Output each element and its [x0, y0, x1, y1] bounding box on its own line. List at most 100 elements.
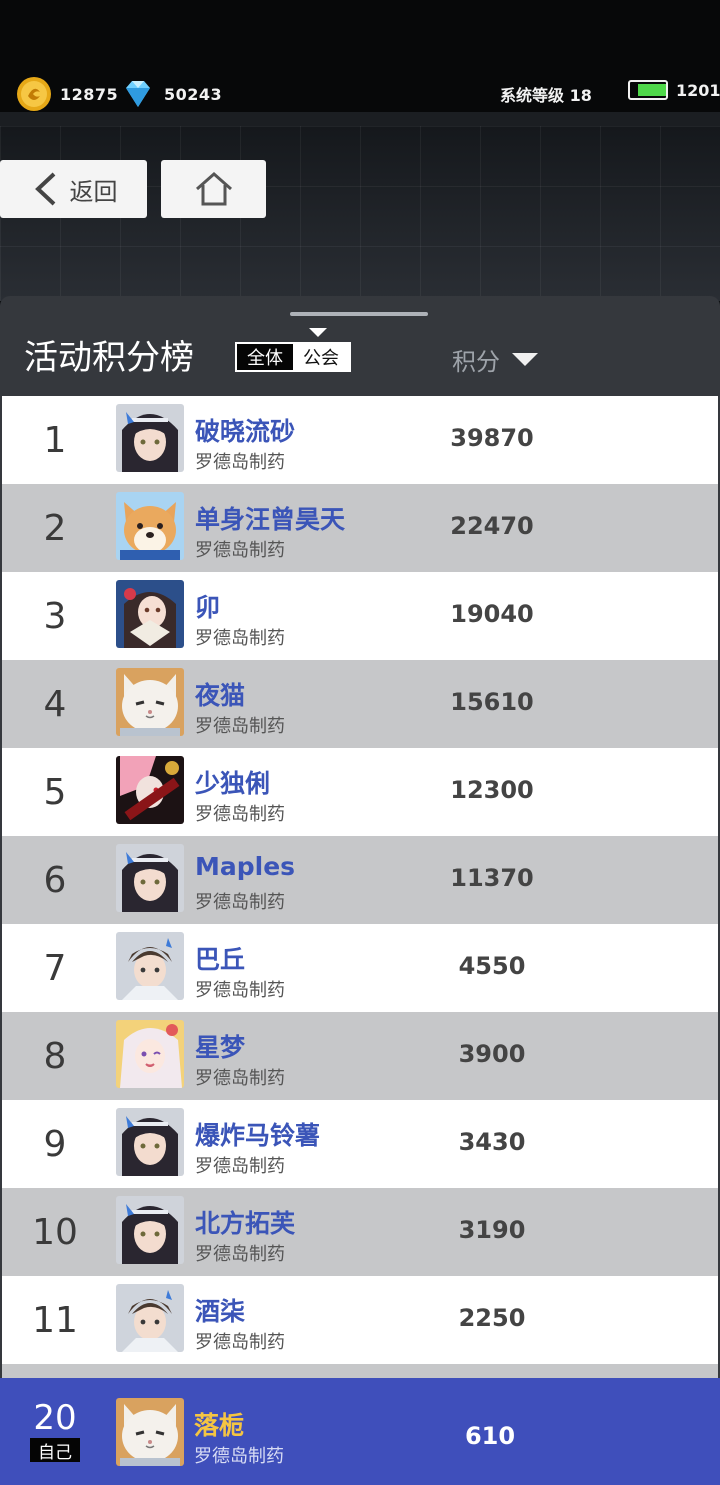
table-row[interactable]: 11 酒柒 罗德岛制药 2250: [2, 1276, 718, 1364]
avatar[interactable]: [116, 1108, 184, 1176]
battery-icon: [628, 80, 668, 100]
player-name: 单身汪曾昊天: [195, 505, 346, 534]
table-row[interactable]: 4 夜猫 罗德岛制药 15610: [2, 660, 718, 748]
table-row[interactable]: 7 巴丘 罗德岛制药 4550: [2, 924, 718, 1012]
player-score: 3190: [458, 1216, 526, 1244]
player-guild: 罗德岛制药: [195, 980, 285, 1001]
table-row[interactable]: 5 少独俐 罗德岛制药 12300: [2, 748, 718, 836]
self-tag-badge: 自己: [30, 1438, 80, 1463]
rank-number: 2: [43, 507, 67, 549]
score-column-header: 积分: [452, 348, 500, 376]
table-row[interactable]: 3 卯 罗德岛制药 19040: [2, 572, 718, 660]
player-score: 39870: [450, 424, 534, 452]
player-guild: 罗德岛制药: [195, 1244, 285, 1265]
avatar[interactable]: [116, 580, 184, 648]
avatar[interactable]: [116, 932, 184, 1000]
girl-white-hair-icon: [116, 1020, 184, 1088]
player-name: 星梦: [195, 1033, 246, 1062]
avatar[interactable]: [116, 1196, 184, 1264]
back-button[interactable]: 返回: [0, 160, 147, 218]
avatar[interactable]: [116, 1398, 184, 1466]
home-button[interactable]: [161, 160, 266, 218]
player-score: 15610: [450, 688, 534, 716]
rank-number: 8: [43, 1035, 67, 1077]
player-guild: 罗德岛制药: [195, 804, 285, 825]
player-name: 夜猫: [195, 681, 246, 710]
player-score: 11370: [450, 864, 534, 892]
avatar[interactable]: [116, 492, 184, 560]
diamond-icon: [126, 81, 150, 107]
table-row[interactable]: 8 星梦 罗德岛制药 3900: [2, 1012, 718, 1100]
rank-number: 4: [43, 683, 67, 725]
rank-number: 6: [43, 859, 67, 901]
player-guild: 罗德岛制药: [195, 1332, 285, 1353]
player-guild: 罗德岛制药: [195, 892, 285, 913]
filter-all-tab[interactable]: 全体: [237, 344, 293, 370]
white-cat-icon: [116, 1398, 184, 1466]
rank-number: 10: [32, 1211, 78, 1253]
diamond-value: 50243: [164, 84, 223, 104]
player-name: Maples: [195, 852, 296, 881]
self-name: 落栀: [194, 1411, 245, 1440]
player-score: 19040: [450, 600, 534, 628]
avatar[interactable]: [116, 756, 184, 824]
self-score: 610: [464, 1422, 516, 1450]
girl-dark-hair-icon: [116, 404, 184, 472]
rank-number: 1: [43, 419, 67, 461]
system-level: 系统等级 18: [500, 86, 592, 105]
player-score: 12300: [450, 776, 534, 804]
avatar[interactable]: [116, 1284, 184, 1352]
pink-hair-icon: [116, 756, 184, 824]
page-title: 活动积分榜: [24, 338, 194, 378]
table-row-partial[interactable]: [2, 1364, 718, 1379]
avatar[interactable]: [116, 844, 184, 912]
shiba-dog-icon: [116, 492, 184, 560]
home-icon: [195, 171, 232, 206]
player-score: 22470: [450, 512, 534, 540]
avatar[interactable]: [116, 404, 184, 472]
player-score: 3900: [458, 1040, 526, 1068]
player-score: 3430: [458, 1128, 526, 1156]
player-name: 巴丘: [195, 945, 246, 974]
white-cat-icon: [116, 668, 184, 736]
rank-number: 5: [43, 771, 67, 813]
filter-guild-tab[interactable]: 公会: [293, 344, 349, 370]
table-row[interactable]: 1 破晓流砂 罗德岛制药 39870: [2, 396, 718, 484]
avatar[interactable]: [116, 1020, 184, 1088]
back-label: 返回: [69, 177, 118, 206]
player-score: 4550: [458, 952, 526, 980]
player-guild: 罗德岛制药: [195, 540, 285, 561]
self-rank-bar[interactable]: 20 落栀 罗德岛制药 610: [0, 1378, 720, 1485]
leaderboard-list[interactable]: 1 破晓流砂 罗德岛制药 39870 2 单身汪曾昊天 罗德岛制药 22470 …: [2, 396, 718, 1379]
stamina-value: 1201: [676, 80, 720, 100]
avatar[interactable]: [116, 668, 184, 736]
scope-toggle: 全体 公会: [235, 342, 351, 372]
girl-dark-hair-icon: [116, 1108, 184, 1176]
table-row[interactable]: 9 爆炸马铃薯 罗德岛制药 3430: [2, 1100, 718, 1188]
player-name: 爆炸马铃薯: [195, 1121, 321, 1150]
score-sort-button[interactable]: 积分: [452, 342, 538, 377]
diamond-counter[interactable]: 50243: [120, 76, 222, 112]
table-row[interactable]: 2 单身汪曾昊天 罗德岛制药 22470: [2, 484, 718, 572]
rank-number: 11: [32, 1299, 78, 1341]
gold-coin-icon: [17, 77, 51, 111]
panel-grab-handle[interactable]: [290, 312, 428, 316]
boy-brown-hair-icon: [116, 1284, 184, 1352]
boy-brown-hair-icon: [116, 932, 184, 1000]
self-guild: 罗德岛制药: [194, 1446, 284, 1467]
caret-down-icon: [309, 328, 327, 337]
rank-number: 3: [43, 595, 67, 637]
player-name: 北方拓芙: [195, 1209, 296, 1238]
table-row[interactable]: 10 北方拓芙 罗德岛制药 3190: [2, 1188, 718, 1276]
player-name: 酒柒: [195, 1297, 246, 1326]
rank-number: 7: [43, 947, 67, 989]
player-guild: 罗德岛制药: [195, 1068, 285, 1089]
stamina-counter[interactable]: 1201: [628, 80, 720, 100]
table-row[interactable]: 6 Maples 罗德岛制药 11370: [2, 836, 718, 924]
player-guild: 罗德岛制药: [195, 452, 285, 473]
chevron-left-icon: [34, 172, 55, 206]
player-name: 少独俐: [195, 769, 271, 798]
player-guild: 罗德岛制药: [195, 716, 285, 737]
gold-counter[interactable]: 12875: [16, 76, 118, 112]
player-name: 破晓流砂: [195, 417, 296, 446]
